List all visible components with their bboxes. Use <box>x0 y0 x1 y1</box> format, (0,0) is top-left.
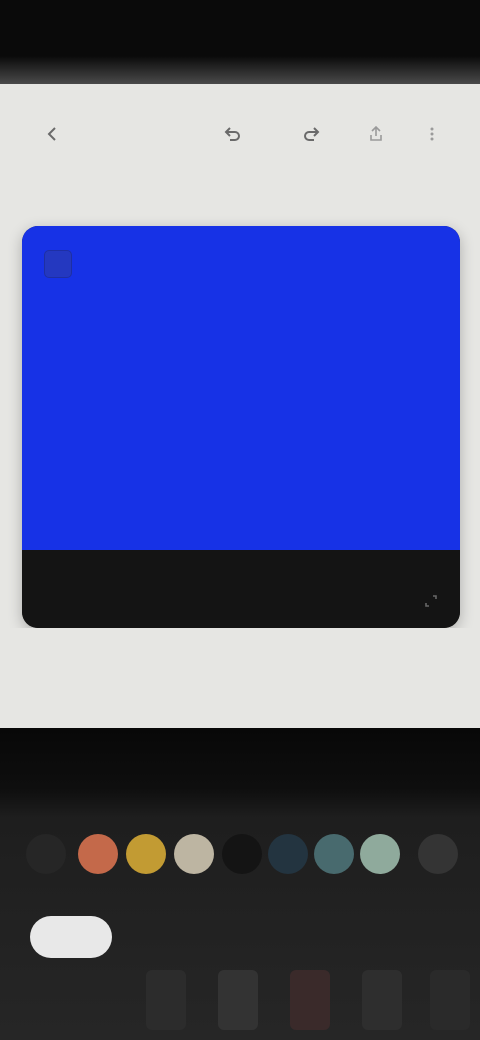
undo-icon[interactable] <box>218 120 246 148</box>
layer-badge-icon[interactable] <box>44 250 72 278</box>
color-swatch[interactable] <box>222 834 262 874</box>
selected-tool-chip[interactable] <box>30 916 112 958</box>
color-swatch[interactable] <box>314 834 354 874</box>
top-divider <box>0 56 480 84</box>
color-palette <box>0 822 480 886</box>
tool-item[interactable] <box>430 970 470 1030</box>
color-swatch[interactable] <box>26 834 66 874</box>
tool-row <box>0 900 480 1040</box>
preview-footer <box>22 550 460 628</box>
editor-toolbar <box>0 108 480 160</box>
more-icon[interactable] <box>418 120 446 148</box>
color-swatch[interactable] <box>360 834 400 874</box>
color-swatch[interactable] <box>268 834 308 874</box>
back-icon[interactable] <box>38 120 66 148</box>
share-icon[interactable] <box>362 120 390 148</box>
color-swatch[interactable] <box>174 834 214 874</box>
color-swatch[interactable] <box>78 834 118 874</box>
expand-icon[interactable] <box>420 590 442 612</box>
redo-icon[interactable] <box>298 120 326 148</box>
tool-item[interactable] <box>146 970 186 1030</box>
color-swatch[interactable] <box>418 834 458 874</box>
color-swatch[interactable] <box>126 834 166 874</box>
preview-card[interactable] <box>22 226 460 628</box>
preview-canvas[interactable] <box>22 226 460 550</box>
tool-item[interactable] <box>290 970 330 1030</box>
tool-item[interactable] <box>218 970 258 1030</box>
tool-item[interactable] <box>362 970 402 1030</box>
canvas-margin <box>0 628 480 728</box>
status-bar <box>0 0 480 56</box>
